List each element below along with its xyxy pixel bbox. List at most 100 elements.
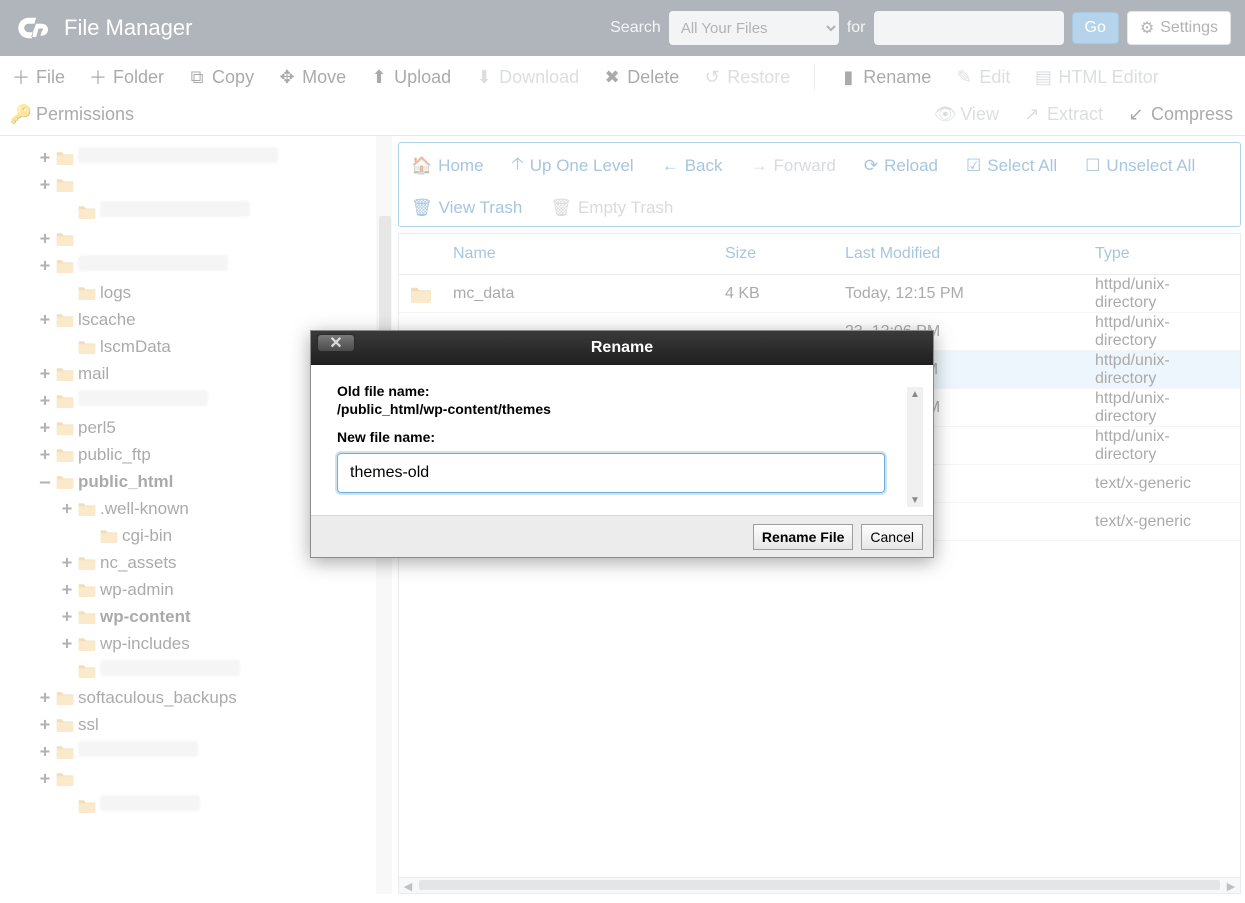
rename-button[interactable]: ▮Rename [839,64,931,90]
back-action[interactable]: ←Back [662,151,723,180]
tree-label[interactable] [78,741,198,762]
select-all-action[interactable]: ☑Select All [966,151,1057,180]
empty-trash-action[interactable]: 🗑Empty Trash [550,198,673,218]
tree-row[interactable]: + softaculous_backups [38,684,388,711]
tree-row[interactable]: + [38,765,388,792]
scroll-up-icon[interactable]: ▲ [907,387,923,401]
forward-action[interactable]: →Forward [751,151,836,180]
scroll-right-icon[interactable]: ▶ [1222,878,1240,894]
tree-label[interactable]: wp-includes [100,634,190,654]
tree-toggle[interactable]: + [60,607,74,627]
tree-toggle[interactable]: + [38,769,52,789]
tree-label[interactable]: mail [78,364,109,384]
col-type[interactable]: Type [1085,245,1240,263]
new-filename-input[interactable] [337,453,885,493]
permissions-button[interactable]: 🔑Permissions [12,104,134,125]
reload-action[interactable]: ⟳Reload [864,151,938,180]
col-modified[interactable]: Last Modified [835,245,1085,263]
delete-button[interactable]: ✖Delete [603,64,679,90]
col-size[interactable]: Size [715,245,835,263]
tree-row[interactable]: + lscache [38,306,388,333]
scroll-left-icon[interactable]: ◀ [399,878,417,894]
tree-row[interactable]: + wp-includes [38,630,388,657]
tree-toggle[interactable]: + [38,445,52,465]
tree-label[interactable]: wp-admin [100,580,174,600]
upload-button[interactable]: ⬆Upload [370,64,451,90]
tree-toggle[interactable]: + [38,688,52,708]
tree-toggle[interactable]: + [38,148,52,168]
tree-row[interactable]: + wp-admin [38,576,388,603]
horizontal-scrollbar[interactable]: ◀ ▶ [399,877,1240,893]
tree-label[interactable]: lscache [78,310,136,330]
tree-label[interactable] [100,201,250,222]
table-row[interactable]: mc_data 4 KB Today, 12:15 PM httpd/unix-… [399,275,1240,313]
tree-row[interactable] [38,792,388,819]
tree-toggle[interactable]: + [60,499,74,519]
tree-toggle[interactable]: + [38,175,52,195]
restore-button[interactable]: ↺Restore [703,64,790,90]
tree-label[interactable]: cgi-bin [122,526,172,546]
extract-button[interactable]: ↗Extract [1023,104,1103,125]
file-button[interactable]: ＋File [12,64,65,90]
tree-label[interactable]: ssl [78,715,99,735]
tree-toggle[interactable]: + [38,742,52,762]
tree-row[interactable]: + [38,738,388,765]
compress-button[interactable]: ↙Compress [1127,104,1233,125]
unselect-all-action[interactable]: ☐Unselect All [1085,151,1195,180]
move-button[interactable]: ✥Move [278,64,346,90]
tree-toggle[interactable]: + [38,310,52,330]
tree-row[interactable]: + [38,171,388,198]
tree-label[interactable] [100,660,240,681]
tree-label[interactable]: lscmData [100,337,171,357]
go-button[interactable]: Go [1072,12,1119,44]
edit-button[interactable]: ✎Edit [955,64,1010,90]
tree-toggle[interactable]: + [60,580,74,600]
tree-toggle[interactable]: + [38,391,52,411]
download-button[interactable]: ⬇Download [475,64,579,90]
tree-row[interactable]: + [38,144,388,171]
tree-label[interactable]: nc_assets [100,553,177,573]
tree-label[interactable]: wp-content [100,607,191,627]
tree-toggle[interactable]: + [38,418,52,438]
tree-toggle[interactable]: + [38,256,52,276]
tree-toggle[interactable]: – [38,472,52,492]
tree-label[interactable] [78,390,208,411]
tree-label[interactable] [100,795,200,816]
up-action[interactable]: 🡡Up One Level [512,151,634,180]
folder-button[interactable]: ＋Folder [89,64,164,90]
tree-label[interactable]: public_html [78,472,173,492]
tree-row[interactable]: + ssl [38,711,388,738]
view-trash-action[interactable]: 🗑View Trash [411,198,522,218]
dialog-scrollbar[interactable]: ▲ ▼ [907,387,923,507]
copy-button[interactable]: ⧉Copy [188,64,254,90]
tree-row[interactable]: + [38,225,388,252]
cancel-button[interactable]: Cancel [861,524,923,550]
scroll-down-icon[interactable]: ▼ [907,493,923,507]
tree-toggle[interactable]: + [38,715,52,735]
rename-file-button[interactable]: Rename File [753,524,853,550]
tree-row[interactable] [38,198,388,225]
view-button[interactable]: 👁View [936,104,999,125]
settings-button[interactable]: ⚙ Settings [1127,11,1231,45]
tree-label[interactable] [78,255,228,276]
close-button[interactable]: ✕ [317,334,355,352]
tree-label[interactable] [78,147,278,168]
html-editor-button[interactable]: ▤HTML Editor [1034,64,1158,90]
tree-toggle[interactable]: + [38,229,52,249]
tree-toggle[interactable]: + [38,364,52,384]
tree-label[interactable]: softaculous_backups [78,688,237,708]
tree-label[interactable]: perl5 [78,418,116,438]
tree-label[interactable]: logs [100,283,131,303]
tree-row[interactable]: + [38,252,388,279]
tree-row[interactable]: + wp-content [38,603,388,630]
tree-label[interactable]: .well-known [100,499,189,519]
tree-row[interactable] [38,657,388,684]
tree-toggle[interactable]: + [60,634,74,654]
col-name[interactable]: Name [443,245,715,263]
home-action[interactable]: 🏠Home [411,151,484,180]
search-input[interactable] [874,11,1064,45]
tree-row[interactable]: logs [38,279,388,306]
search-scope-select[interactable]: All Your Files [669,11,839,45]
tree-label[interactable]: public_ftp [78,445,151,465]
tree-toggle[interactable]: + [60,553,74,573]
